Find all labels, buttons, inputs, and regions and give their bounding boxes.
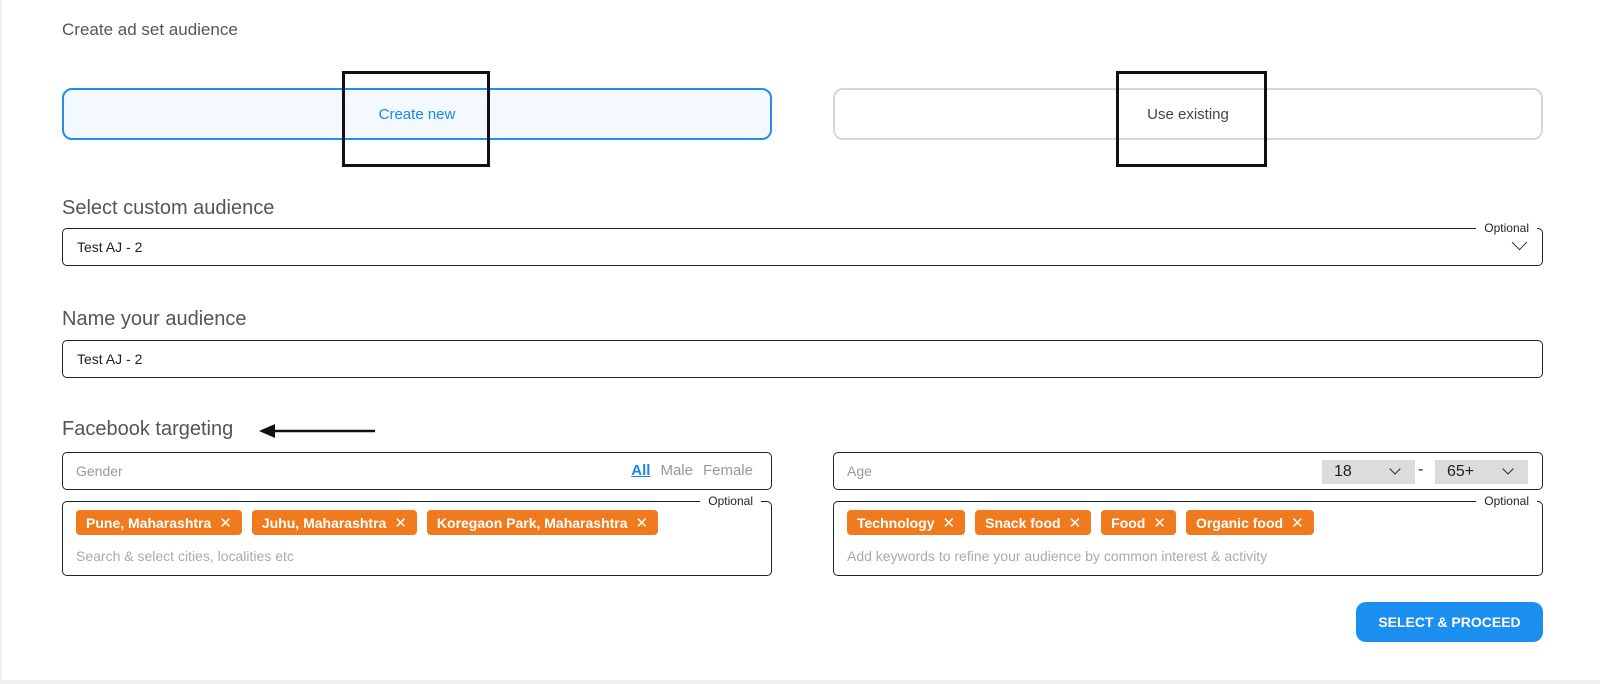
audience-name-input[interactable]: Test AJ - 2 [62,340,1543,378]
interest-tag-label: Organic food [1195,514,1284,531]
location-tag: Juhu, Maharashtra ✕ [251,510,417,535]
gender-field: Gender All Male Female [62,452,772,490]
facebook-targeting-label: Facebook targeting [62,418,234,440]
gender-options: All Male Female [631,462,753,479]
gender-option-all[interactable]: All [631,462,650,479]
location-tag: Koregaon Park, Maharashtra ✕ [426,510,659,535]
location-search-input[interactable]: Search & select cities, localities etc [76,548,294,564]
age-min-select[interactable]: 18 [1322,460,1415,484]
select-and-proceed-button[interactable]: SELECT & PROCEED [1356,602,1543,642]
location-tags: Pune, Maharashtra ✕ Juhu, Maharashtra ✕ … [76,510,659,535]
close-icon[interactable]: ✕ [219,514,232,532]
close-icon[interactable]: ✕ [394,514,407,532]
proceed-label: SELECT & PROCEED [1378,614,1521,630]
close-icon[interactable]: ✕ [1069,514,1082,532]
close-icon[interactable]: ✕ [636,514,649,532]
location-tag-label: Koregaon Park, Maharashtra [436,514,628,531]
location-tag: Pune, Maharashtra ✕ [76,510,242,535]
interest-tag: Organic food ✕ [1185,510,1314,535]
chevron-down-icon [1502,463,1514,475]
interest-tag-label: Snack food [985,514,1061,531]
location-tag-label: Pune, Maharashtra [86,514,212,531]
optional-tag: Optional [1476,494,1537,508]
gender-option-male[interactable]: Male [660,462,693,479]
arrow-left-icon [259,424,375,438]
location-tag-label: Juhu, Maharashtra [261,514,387,531]
interest-keyword-input[interactable]: Add keywords to refine your audience by … [847,548,1267,564]
age-placeholder: Age [847,463,872,479]
page-title: Create ad set audience [62,20,238,39]
age-min-value: 18 [1334,463,1352,480]
age-separator: - [1418,461,1424,478]
highlight-box-use-existing [1116,71,1267,167]
audience-name-value: Test AJ - 2 [77,351,143,367]
age-field: Age 18 - 65+ [833,452,1543,490]
close-icon[interactable]: ✕ [943,514,956,532]
interest-tag-field[interactable]: Optional Technology ✕ Snack food ✕ Food … [833,494,1543,576]
close-icon[interactable]: ✕ [1291,514,1304,532]
custom-audience-label: Select custom audience [62,197,275,219]
optional-tag: Optional [700,494,761,508]
highlight-box-create-new [342,71,490,167]
gender-option-female[interactable]: Female [703,462,753,479]
age-max-select[interactable]: 65+ [1435,460,1528,484]
gender-placeholder: Gender [76,463,123,479]
interest-tag: Snack food ✕ [975,510,1092,535]
interest-tag: Technology ✕ [847,510,966,535]
custom-audience-value: Test AJ - 2 [77,239,143,255]
interest-tag: Food ✕ [1101,510,1176,535]
optional-tag: Optional [1476,221,1537,235]
custom-audience-select[interactable]: Test AJ - 2 Optional [62,221,1543,266]
chevron-down-icon [1389,463,1401,475]
audience-name-label: Name your audience [62,308,247,330]
age-max-value: 65+ [1447,463,1475,480]
close-icon[interactable]: ✕ [1153,514,1166,532]
location-tag-field[interactable]: Optional Pune, Maharashtra ✕ Juhu, Mahar… [62,494,772,576]
interest-tags: Technology ✕ Snack food ✕ Food ✕ Organic… [847,510,1314,535]
page-container: Create ad set audience Create new Use ex… [2,0,1600,680]
chevron-down-icon [1511,234,1528,251]
interest-tag-label: Technology [857,514,935,531]
interest-tag-label: Food [1111,514,1146,531]
